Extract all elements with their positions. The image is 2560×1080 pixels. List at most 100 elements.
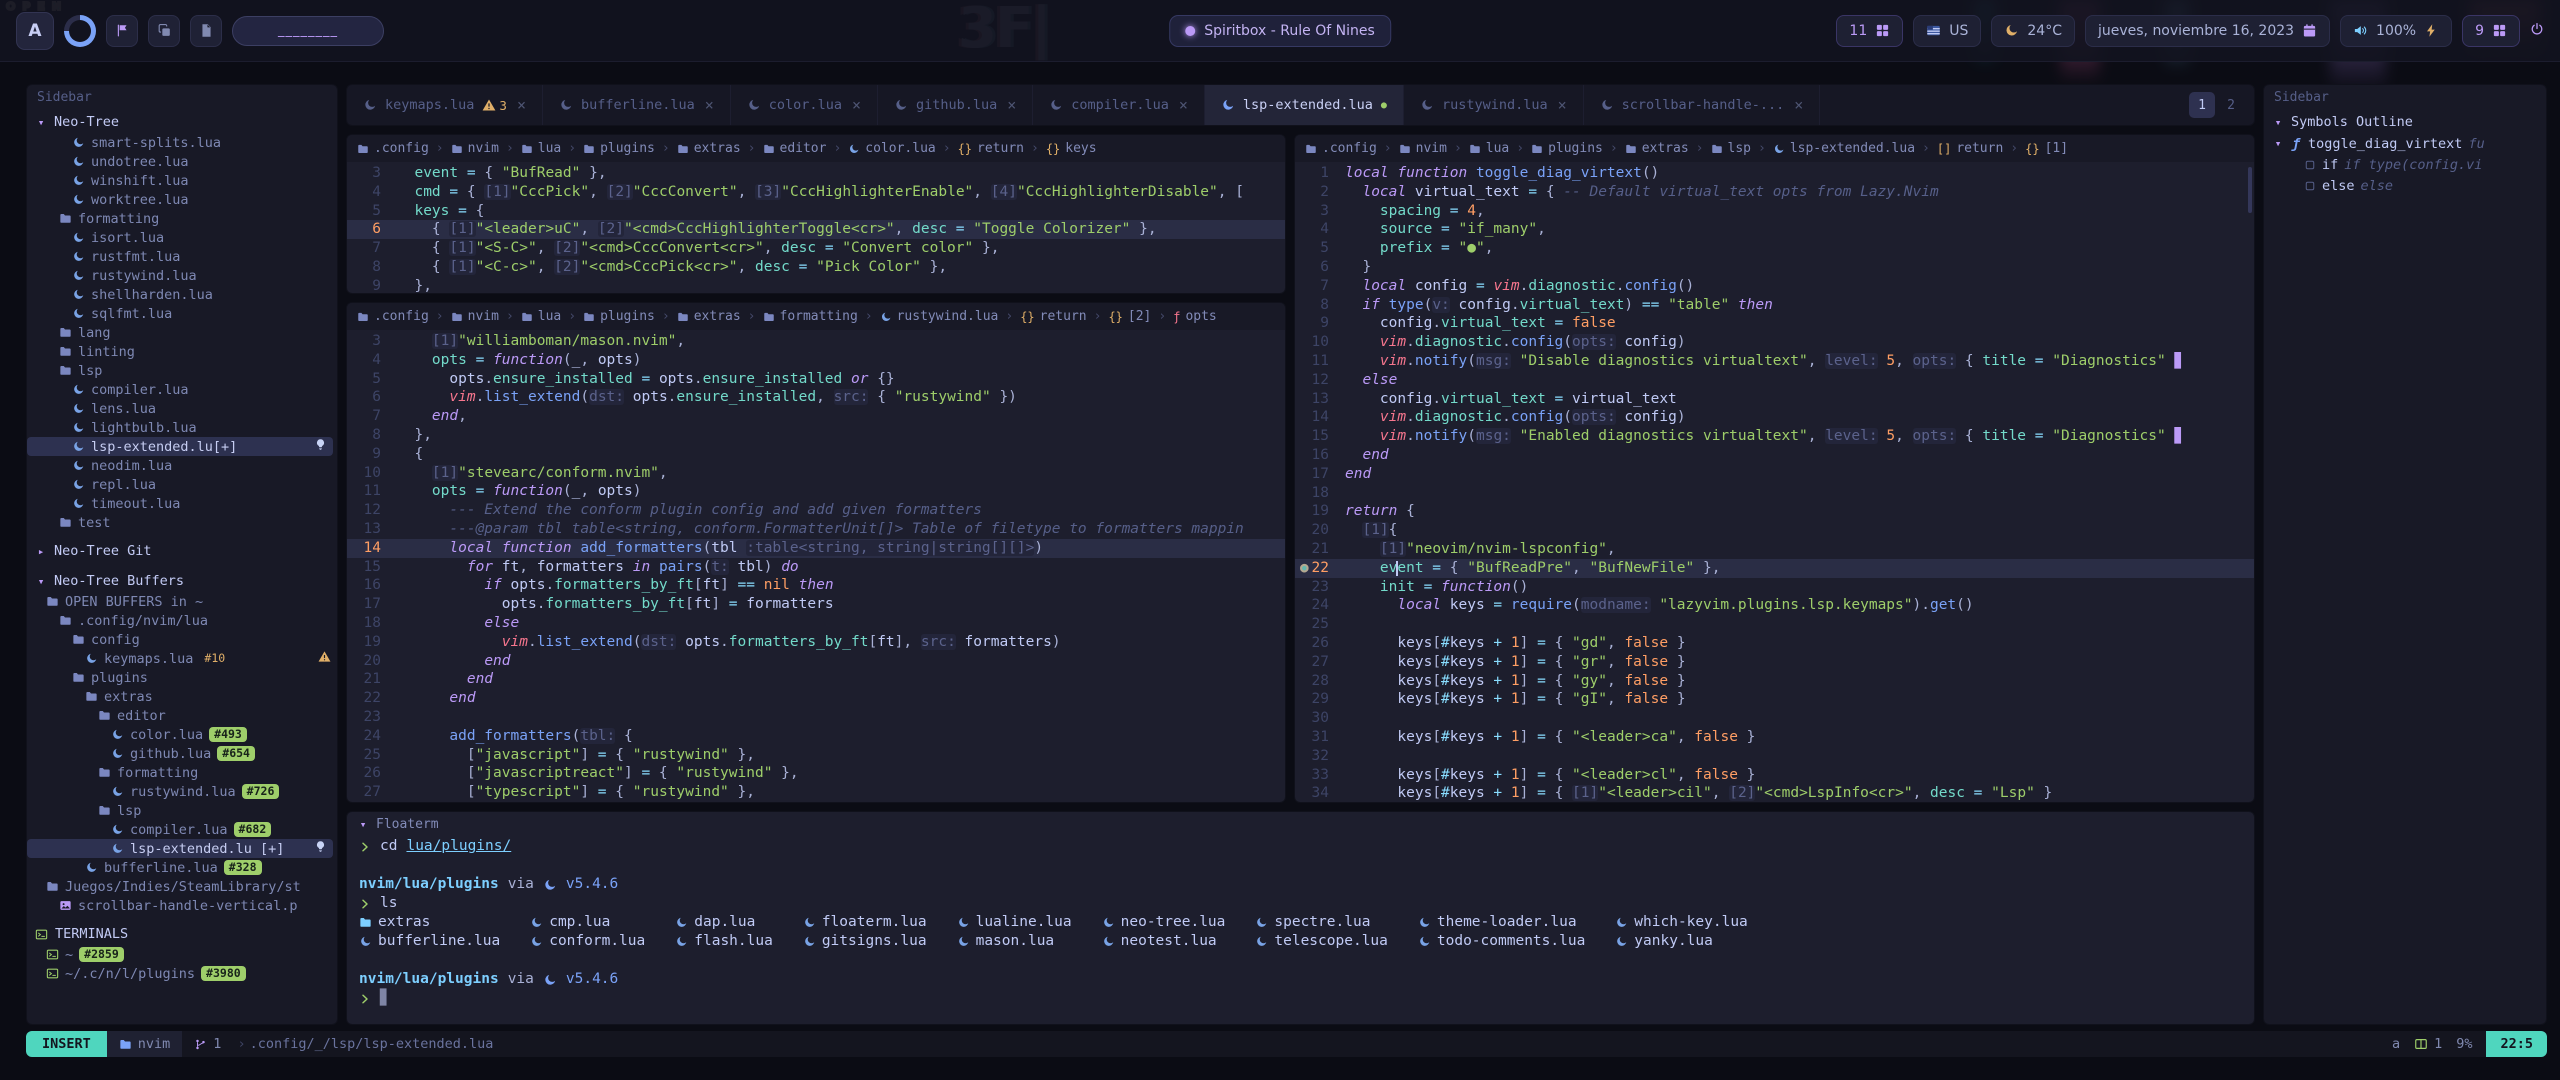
tree-item-lens.lua[interactable]: lens.lua (27, 399, 337, 418)
code-line[interactable]: 5 keys = { (347, 202, 1285, 221)
section-header-terminals[interactable]: TERMINALS (27, 923, 337, 945)
tree-item-timeout.lua[interactable]: timeout.lua (27, 494, 337, 513)
code-line[interactable]: 11 vim.notify(msg: "Disable diagnostics … (1295, 352, 2254, 371)
code-line[interactable]: 18 else (347, 614, 1285, 633)
tree-item-lsp-extended.lu-+-[interactable]: lsp-extended.lu[+] (27, 437, 333, 456)
tree-item-shellharden.lua[interactable]: shellharden.lua (27, 285, 337, 304)
code-line[interactable]: 17end (1295, 465, 2254, 484)
tabpage-1[interactable]: 1 (2189, 92, 2215, 118)
code-line[interactable]: 24 add_formatters(tbl: { (347, 727, 1285, 746)
editor-pane-color-lua[interactable]: .config›nvim›lua›plugins›extras›editor›c… (346, 134, 1286, 294)
tree-item-keymaps.lua[interactable]: keymaps.lua#10 (27, 649, 337, 668)
code-area[interactable]: 1local function toggle_diag_virtext()2 l… (1295, 162, 2254, 802)
tree-item-lsp-extended.lu-+-[interactable]: lsp-extended.lu [+] (27, 839, 333, 858)
tree-item-isort.lua[interactable]: isort.lua (27, 228, 337, 247)
breadcrumb-segment[interactable]: plugins (1531, 141, 1603, 156)
tree-item-undotree.lua[interactable]: undotree.lua (27, 152, 337, 171)
breadcrumb-segment[interactable]: plugins (583, 309, 655, 324)
code-line[interactable]: 7 end, (347, 407, 1285, 426)
code-line[interactable]: 21 end (347, 670, 1285, 689)
tab-close-icon[interactable]: × (1558, 96, 1567, 114)
breadcrumb-segment[interactable]: extras (677, 309, 741, 324)
tree-item-color.lua[interactable]: color.lua#493 (27, 725, 337, 744)
breadcrumb-segment[interactable]: lua (521, 309, 561, 324)
code-line[interactable]: 8 if type(v: config.virtual_text) == "ta… (1295, 296, 2254, 315)
code-line[interactable]: 15 for ft, formatters in pairs(t: tbl) d… (347, 558, 1285, 577)
code-line[interactable]: 19 vim.list_extend(dst: opts.formatters_… (347, 633, 1285, 652)
tree-item-lang[interactable]: lang (27, 323, 337, 342)
taskbar-input[interactable]: ________ (232, 16, 384, 46)
tree-item-open-buffers-in-~[interactable]: OPEN BUFFERS in ~ (27, 592, 337, 611)
code-line[interactable]: 12 else (1295, 371, 2254, 390)
code-line[interactable]: 11 opts = function(_, opts) (347, 482, 1285, 501)
breadcrumb-segment[interactable]: extras (677, 141, 741, 156)
tree-item-sqlfmt.lua[interactable]: sqlfmt.lua (27, 304, 337, 323)
breadcrumb-segment[interactable]: .config (357, 141, 429, 156)
breadcrumb-segment[interactable]: .config (1305, 141, 1377, 156)
outline-item-else[interactable]: elseelse (2264, 175, 2546, 196)
code-line[interactable]: 7 local config = vim.diagnostic.config() (1295, 277, 2254, 296)
code-line[interactable]: 24 local keys = require(modname: "lazyvi… (1295, 596, 2254, 615)
tree-item-bufferline.lua[interactable]: bufferline.lua#328 (27, 858, 337, 877)
breadcrumb-segment[interactable]: lsp (1711, 141, 1751, 156)
volume-widget[interactable]: 100% (2340, 15, 2452, 47)
code-line[interactable]: 9 }, (347, 277, 1285, 293)
code-line[interactable]: 3 event = { "BufRead" }, (347, 164, 1285, 183)
tab-lsp-extended.lua[interactable]: lsp-extended.lua● (1205, 85, 1404, 125)
code-line[interactable]: 20 end (347, 652, 1285, 671)
tree-item-juegos-indies-steamlibrary-st[interactable]: Juegos/Indies/SteamLibrary/st (27, 877, 337, 896)
git-branch-segment[interactable]: 1 (182, 1031, 233, 1057)
code-line[interactable]: 1local function toggle_diag_virtext() (1295, 164, 2254, 183)
code-line[interactable]: 6 { [1]"<leader>uC", [2]"<cmd>CccHighlig… (347, 220, 1285, 239)
code-line[interactable]: 4 opts = function(_, opts) (347, 351, 1285, 370)
tree-item-smart-splits.lua[interactable]: smart-splits.lua (27, 133, 337, 152)
code-line[interactable]: 27 ["typescript"] = { "rustywind" }, (347, 783, 1285, 802)
tab-close-icon[interactable]: × (705, 96, 714, 114)
section-header-buffers[interactable]: ▾Neo-Tree Buffers (27, 570, 337, 592)
code-line[interactable]: 10 [1]"stevearc/conform.nvim", (347, 464, 1285, 483)
cwd-segment[interactable]: nvim (107, 1031, 183, 1057)
outline-item-if[interactable]: ifif type(config.vi (2264, 154, 2546, 175)
tab-scrollbar-handle-...[interactable]: scrollbar-handle-...× (1584, 85, 1821, 125)
floaterm-pane[interactable]: ▾ Floaterm cdlua/plugins/nvim/lua/plugin… (346, 811, 2255, 1025)
code-line[interactable]: 8 }, (347, 426, 1285, 445)
code-line[interactable]: 25 ["javascript"] = { "rustywind" }, (347, 746, 1285, 765)
code-line[interactable]: 23 init = function() (1295, 578, 2254, 597)
tree-item-compiler.lua[interactable]: compiler.lua (27, 380, 337, 399)
breadcrumb-segment[interactable]: {}[2] (1108, 309, 1151, 324)
tree-item-test[interactable]: test (27, 513, 337, 532)
document-button[interactable] (190, 15, 222, 47)
power-button[interactable] (2530, 21, 2544, 40)
outline-item-toggle-diag-virtext[interactable]: ▾ƒtoggle_diag_virtextfu (2264, 133, 2546, 154)
code-line[interactable]: 4 source = "if_many", (1295, 220, 2254, 239)
workspace-badge-right[interactable]: 9 (2462, 15, 2520, 47)
tab-close-icon[interactable]: × (1007, 96, 1016, 114)
code-area[interactable]: 3 event = { "BufRead" },4 cmd = { [1]"Cc… (347, 162, 1285, 293)
tab-close-icon[interactable]: × (1794, 96, 1803, 114)
breadcrumb-segment[interactable]: lua (521, 141, 561, 156)
tree-item-scrollbar-handle-vertical.p[interactable]: scrollbar-handle-vertical.p (27, 896, 337, 915)
tab-github.lua[interactable]: github.lua× (878, 85, 1033, 125)
tab-close-icon[interactable]: × (852, 96, 861, 114)
code-line[interactable]: 13 config.virtual_text = virtual_text (1295, 390, 2254, 409)
terminal-output[interactable]: cdlua/plugins/nvim/lua/pluginsviav5.4.6l… (347, 836, 2254, 1024)
code-line[interactable]: 23 (347, 708, 1285, 727)
tree-item-lightbulb.lua[interactable]: lightbulb.lua (27, 418, 337, 437)
floaterm-title[interactable]: ▾ Floaterm (347, 812, 2254, 836)
tree-item-.config-nvim-lua[interactable]: .config/nvim/lua (27, 611, 337, 630)
code-line[interactable]: 8 { [1]"<C-c>", [2]"<cmd>CccPick<cr>", d… (347, 258, 1285, 277)
code-line[interactable]: 20 [1]{ (1295, 521, 2254, 540)
tree-item-github.lua[interactable]: github.lua#654 (27, 744, 337, 763)
tree-item-lsp[interactable]: lsp (27, 801, 337, 820)
keyboard-layout-widget[interactable]: US (1913, 15, 1981, 47)
code-line[interactable]: 7 { [1]"<S-C>", [2]"<cmd>CccConvert<cr>"… (347, 239, 1285, 258)
code-line[interactable]: 10 vim.diagnostic.config(opts: config) (1295, 333, 2254, 352)
code-line[interactable]: 6 vim.list_extend(dst: opts.ensure_insta… (347, 388, 1285, 407)
editor-pane-lsp-extended-lua[interactable]: .config›nvim›lua›plugins›extras›lsp›lsp-… (1294, 134, 2255, 803)
breadcrumb-segment[interactable]: nvim (451, 309, 499, 324)
code-line[interactable]: 21 [1]"neovim/nvim-lspconfig", (1295, 540, 2254, 559)
tab-compiler.lua[interactable]: compiler.lua× (1033, 85, 1205, 125)
code-line[interactable]: 22 end (347, 689, 1285, 708)
tab-rustywind.lua[interactable]: rustywind.lua× (1404, 85, 1584, 125)
code-line[interactable]: 18 (1295, 484, 2254, 503)
